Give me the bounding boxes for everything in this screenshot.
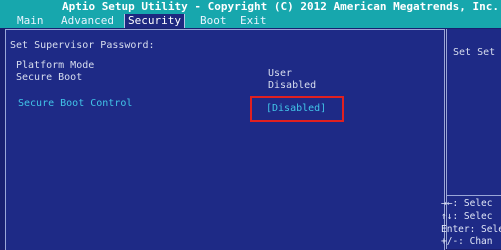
tab-advanced[interactable]: Advanced xyxy=(58,14,117,28)
help-key-line: +/-: Chan xyxy=(441,236,493,247)
secure-boot-control-value[interactable]: [Disabled] xyxy=(266,103,326,115)
title-bar: Aptio Setup Utility - Copyright (C) 2012… xyxy=(0,0,501,14)
tab-boot[interactable]: Boot xyxy=(197,14,230,28)
platform-mode-value: User xyxy=(268,68,293,79)
secure-boot-label: Secure Boot xyxy=(16,72,83,83)
title-text: Aptio Setup Utility - Copyright (C) 2012… xyxy=(61,0,500,13)
platform-mode-label: Platform Mode xyxy=(16,60,95,71)
help-key-line: ↑↓: Selec xyxy=(441,211,493,222)
help-key-line: Enter: Selec xyxy=(441,224,501,235)
help-divider xyxy=(447,195,501,196)
secure-boot-control-label[interactable]: Secure Boot Control xyxy=(18,98,132,110)
menu-tabs: Main Advanced Security Boot Exit xyxy=(0,14,501,28)
tab-exit[interactable]: Exit xyxy=(237,14,270,28)
bios-screen: Aptio Setup Utility - Copyright (C) 2012… xyxy=(0,0,501,250)
tab-security[interactable]: Security xyxy=(124,14,185,28)
help-key-line: →←: Selec xyxy=(441,198,493,209)
help-panel: Set Set →←: Selec ↑↓: Selec Enter: Selec… xyxy=(441,29,501,249)
secure-boot-value: Disabled xyxy=(268,80,317,91)
supervisor-password-label: Set Supervisor Password: xyxy=(10,40,155,51)
tab-main[interactable]: Main xyxy=(14,14,47,28)
help-description: Set Set xyxy=(453,47,496,58)
